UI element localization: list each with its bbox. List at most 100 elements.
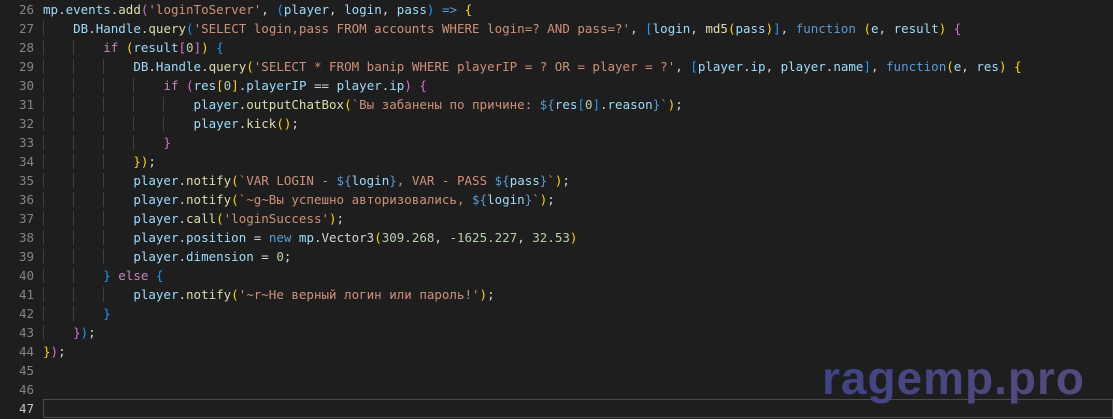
indent-guide	[43, 78, 73, 93]
code-token: ;	[337, 211, 345, 226]
code-token: [	[690, 59, 698, 74]
indent-guide	[103, 211, 133, 226]
line-content[interactable]: player.dimension = 0;	[43, 247, 1113, 266]
code-token: -1625.227	[449, 230, 517, 245]
code-token: login	[653, 21, 691, 36]
code-editor[interactable]: 26mp.events.add('loginToServer', (player…	[0, 0, 1113, 419]
code-line: 41 player.notify('~r~Не верный логин или…	[0, 285, 1113, 304]
line-number: 35	[0, 171, 43, 190]
code-token: mp	[299, 230, 314, 245]
code-token: player	[698, 59, 743, 74]
line-content[interactable]: DB.Handle.query('SELECT login,pass FROM …	[43, 19, 1113, 38]
code-token	[118, 40, 126, 55]
code-token: (	[946, 59, 954, 74]
code-token: }	[103, 306, 111, 321]
code-token: new	[269, 230, 292, 245]
code-token: (	[246, 59, 254, 74]
code-token: )	[51, 344, 59, 359]
line-content[interactable]: DB.Handle.query('SELECT * FROM banip WHE…	[43, 57, 1113, 76]
code-token: pass	[397, 2, 427, 17]
line-content[interactable]: player.kick();	[43, 114, 1113, 133]
code-token: =	[246, 230, 269, 245]
indent-guide	[43, 97, 73, 112]
code-token: 'SELECT login,pass FROM accounts WHERE l…	[194, 21, 631, 36]
indent-guide	[103, 230, 133, 245]
code-token: (	[186, 78, 194, 93]
line-number: 47	[0, 399, 43, 418]
indent-guide	[73, 59, 103, 74]
code-token: ;	[291, 116, 299, 131]
line-content[interactable]: }	[43, 304, 1113, 323]
line-content[interactable]: });	[43, 323, 1113, 342]
line-content[interactable]: } else {	[43, 266, 1113, 285]
code-line: 36 player.notify(`~g~Вы успешно авторизо…	[0, 190, 1113, 209]
code-token: 309.268	[382, 230, 435, 245]
code-token: (	[276, 116, 284, 131]
code-token: player	[133, 173, 178, 188]
line-content[interactable]: player.outputChatBox(`Вы забанены по при…	[43, 95, 1113, 114]
line-content[interactable]: player.notify('~r~Не верный логин или па…	[43, 285, 1113, 304]
indent-guide	[73, 40, 103, 55]
code-token: ,	[675, 59, 690, 74]
indent-guide	[133, 135, 163, 150]
code-token: .	[600, 97, 608, 112]
line-number: 45	[0, 361, 43, 380]
code-token: mp	[43, 2, 58, 17]
line-number: 32	[0, 114, 43, 133]
indent-guide	[73, 249, 103, 264]
code-token	[457, 2, 465, 17]
code-token: login	[487, 192, 525, 207]
code-token: if	[163, 78, 178, 93]
code-token: login	[352, 173, 390, 188]
code-token: player	[133, 230, 178, 245]
code-token: ,	[630, 21, 645, 36]
code-token: ,	[871, 59, 886, 74]
line-content[interactable]: });	[43, 152, 1113, 171]
line-content[interactable]: player.call('loginSuccess');	[43, 209, 1113, 228]
code-token: ;	[562, 173, 570, 188]
line-content[interactable]: player.position = new mp.Vector3(309.268…	[43, 228, 1113, 247]
indent-guide	[43, 230, 73, 245]
code-token: }	[133, 154, 141, 169]
indent-guide	[43, 173, 73, 188]
code-token: player	[133, 249, 178, 264]
code-token: .	[743, 59, 751, 74]
code-token: (	[231, 287, 239, 302]
code-token: .	[178, 192, 186, 207]
indent-guide	[43, 249, 73, 264]
code-token: DB	[133, 59, 148, 74]
line-content[interactable]: if (result[0]) {	[43, 38, 1113, 57]
code-token: ,	[517, 230, 532, 245]
code-line: 32 player.kick();	[0, 114, 1113, 133]
code-token: DB	[73, 21, 88, 36]
indent-guide	[103, 287, 133, 302]
code-token: [	[645, 21, 653, 36]
indent-guide	[43, 135, 73, 150]
line-content[interactable]: }	[43, 133, 1113, 152]
code-token: name	[833, 59, 863, 74]
code-token: Handle	[96, 21, 141, 36]
line-number: 27	[0, 19, 43, 38]
line-content[interactable]: mp.events.add('loginToServer', (player, …	[43, 0, 1113, 19]
code-token: (	[276, 2, 284, 17]
code-token: ]	[773, 21, 781, 36]
line-number: 37	[0, 209, 43, 228]
indent-guide	[103, 135, 133, 150]
code-token: ;	[487, 287, 495, 302]
code-token: .	[58, 2, 66, 17]
line-content[interactable]: player.notify(`VAR LOGIN - ${login}, VAR…	[43, 171, 1113, 190]
code-token: md5	[705, 21, 728, 36]
code-line: 37 player.call('loginSuccess');	[0, 209, 1113, 228]
line-number: 31	[0, 95, 43, 114]
indent-guide	[43, 40, 73, 55]
code-token: .	[201, 59, 209, 74]
code-token: }	[103, 268, 111, 283]
code-token: outputChatBox	[246, 97, 344, 112]
line-number: 36	[0, 190, 43, 209]
line-content[interactable]: player.notify(`~g~Вы успешно авторизовал…	[43, 190, 1113, 209]
code-token: {	[954, 21, 962, 36]
line-content[interactable]: if (res[0].playerIP == player.ip) {	[43, 76, 1113, 95]
indent-guide	[43, 192, 73, 207]
code-token: ,	[879, 21, 894, 36]
indent-guide	[103, 173, 133, 188]
